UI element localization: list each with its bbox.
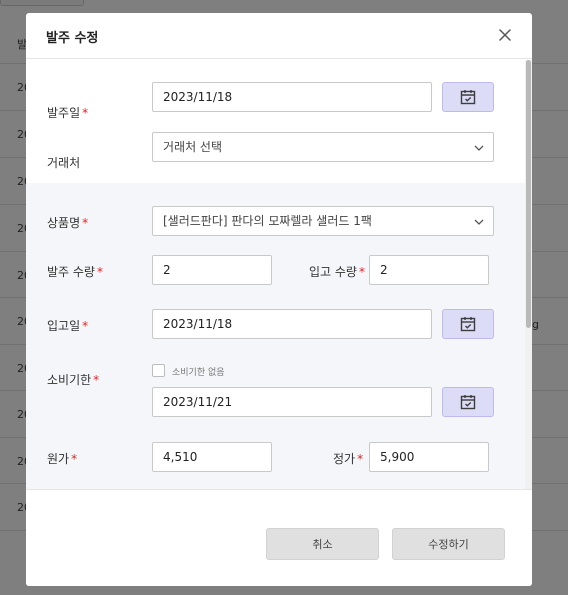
order-info-section: 발주일* 거래처 거래처 선택 [26, 60, 526, 183]
no-expiry-label: 소비기한 없음 [172, 368, 225, 378]
calendar-icon [460, 317, 476, 332]
receive-qty-input[interactable] [369, 255, 489, 285]
modal-header: 발주 수정 [26, 13, 532, 59]
receive-date-input[interactable] [152, 309, 432, 339]
close-icon[interactable] [496, 26, 514, 44]
vendor-label: 거래처 [47, 156, 81, 170]
chevron-down-icon [474, 219, 484, 225]
order-date-calendar-button[interactable] [442, 82, 494, 112]
order-date-label: 발주일 * [47, 106, 89, 120]
cost-label: 원가 * [47, 452, 78, 466]
vendor-select-value: 거래처 선택 [163, 140, 223, 154]
receive-date-calendar-button[interactable] [442, 309, 494, 339]
product-info-section: 상품명* [샐러드판다] 판다의 모짜렐라 샐러드 1팩 발주 수량* 입고 수… [26, 183, 526, 489]
price-label: 정가 * [333, 452, 364, 466]
modal-footer: 취소 수정하기 [26, 491, 532, 586]
cancel-button[interactable]: 취소 [266, 528, 379, 560]
chevron-down-icon [474, 145, 484, 151]
expiry-date-input[interactable] [152, 387, 432, 417]
expiry-label: 소비기한 * [47, 373, 100, 387]
cost-input[interactable] [152, 442, 272, 472]
submit-edit-button[interactable]: 수정하기 [392, 528, 505, 560]
modal-title: 발주 수정 [46, 31, 99, 46]
expiry-date-calendar-button[interactable] [442, 387, 494, 417]
no-expiry-checkbox[interactable] [152, 364, 165, 377]
modal-body: 발주일* 거래처 거래처 선택 상품명* [샐러드판다] 판다의 모짜렐라 샐러… [26, 60, 532, 490]
order-date-input[interactable] [152, 82, 432, 112]
vendor-select[interactable]: 거래처 선택 [152, 132, 494, 162]
calendar-icon [460, 90, 476, 105]
product-select[interactable]: [샐러드판다] 판다의 모짜렐라 샐러드 1팩 [152, 206, 494, 236]
calendar-icon [460, 395, 476, 410]
edit-order-modal: 발주 수정 발주일* 거래처 거래처 선택 상품명* [샐러드판다] 판다의 모… [26, 13, 532, 586]
receive-qty-label: 입고 수량 * [309, 265, 365, 279]
product-select-value: [샐러드판다] 판다의 모짜렐라 샐러드 1팩 [163, 214, 372, 228]
scrollbar-thumb[interactable] [526, 60, 531, 328]
product-label: 상품명 * [47, 216, 89, 230]
price-input[interactable] [369, 442, 489, 472]
order-qty-label: 발주 수량 * [47, 265, 103, 279]
order-qty-input[interactable] [152, 255, 272, 285]
receive-date-label: 입고일 * [47, 319, 89, 333]
